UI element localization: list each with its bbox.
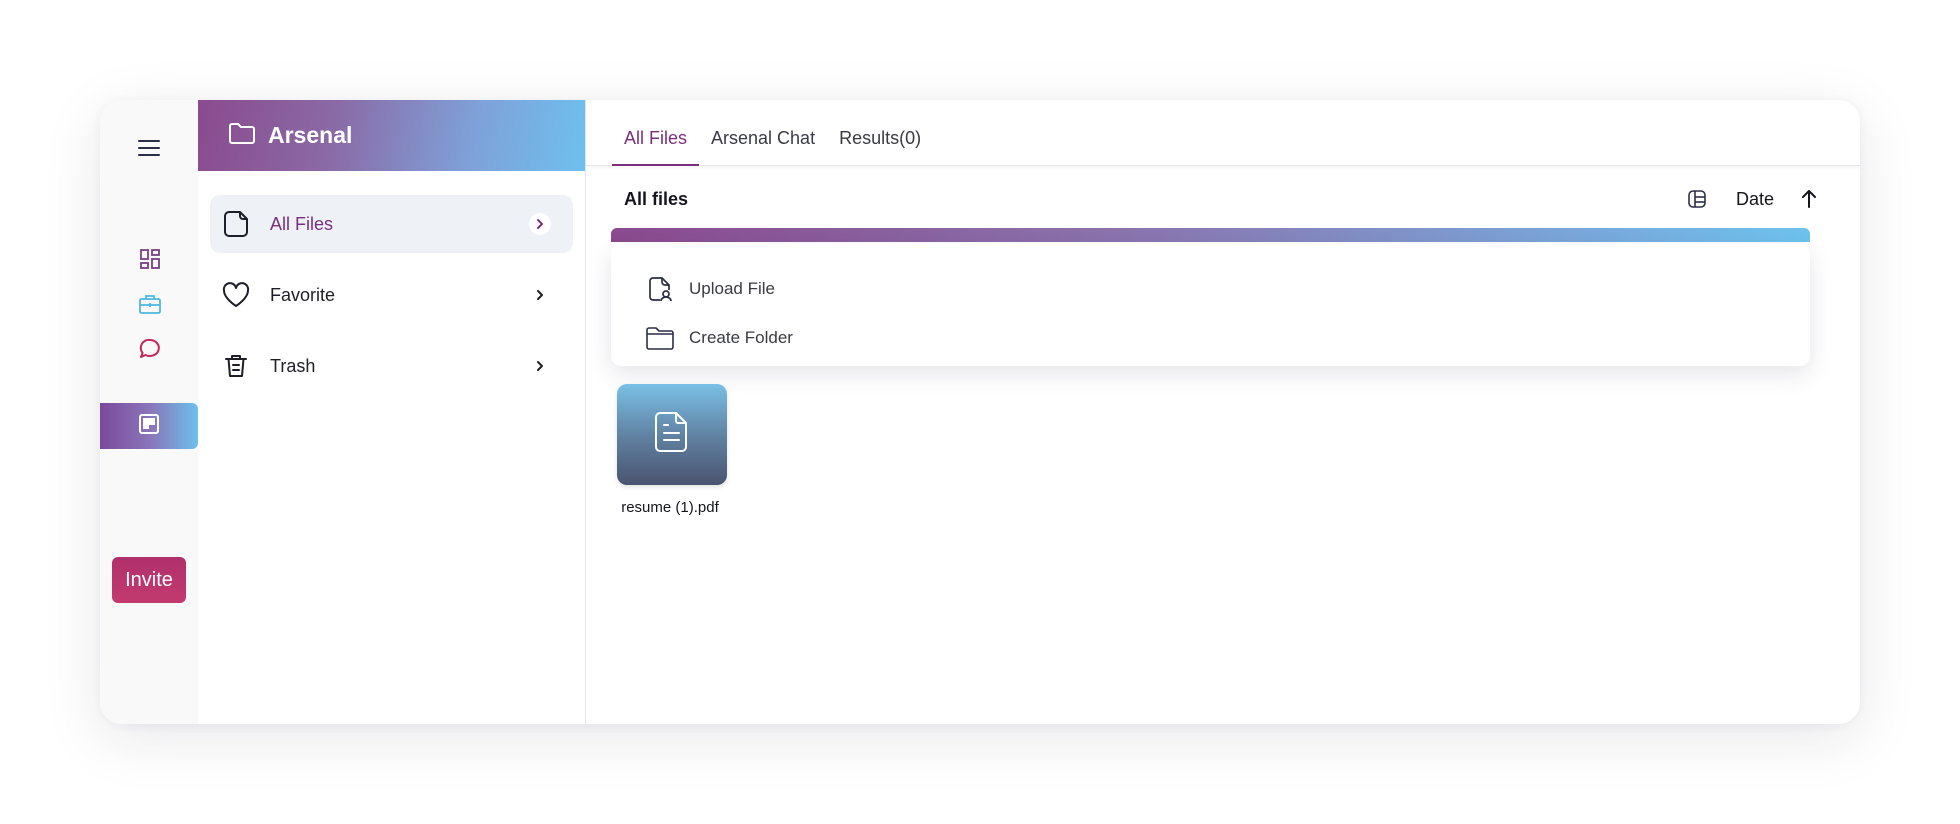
trash-icon [222,352,250,380]
folder-item-trash[interactable]: Trash [210,337,573,395]
upload-file-label: Upload File [689,278,775,298]
upload-file-option[interactable]: Upload File [611,264,1810,313]
folder-list: All Files Favorite Trash [198,171,585,395]
hamburger-menu-icon[interactable] [137,136,161,160]
section-heading: All files [624,188,689,209]
folder-item-favorite[interactable]: Favorite [210,266,573,324]
chevron-right-icon [529,213,551,235]
dashboard-icon[interactable] [137,246,163,272]
folder-item-label: Favorite [270,284,336,305]
folder-icon [228,121,256,150]
sort-by-date-button[interactable]: Date [1736,189,1774,210]
create-folder-label: Create Folder [689,327,793,347]
tab-bar: All Files Arsenal Chat Results(0) [586,100,1860,166]
folder-item-all-files[interactable]: All Files [210,195,573,253]
arrow-up-icon[interactable] [1798,188,1820,210]
invite-button[interactable]: Invite [112,557,186,603]
folder-icon [645,323,675,353]
icon-rail: Invite [100,100,198,724]
new-item-bar[interactable] [611,228,1810,242]
chevron-right-icon [529,355,551,377]
folder-item-label: Trash [270,355,316,376]
app-window: Invite Arsenal All Files Favorite Trash … [100,100,1860,724]
view-toggle-icon[interactable] [1686,188,1708,210]
file-card[interactable]: resume (1).pdf [617,384,729,516]
main-content: All Files Arsenal Chat Results(0) All fi… [586,100,1860,724]
files-toolbar: All files Date [624,186,1820,212]
board-icon [138,413,160,440]
folder-item-label: All Files [270,213,334,234]
file-icon [222,210,250,238]
upload-file-icon [645,274,675,304]
document-icon [654,411,690,458]
file-name: resume (1).pdf [621,499,719,516]
new-item-dropdown: Upload File Create Folder [611,244,1810,366]
chevron-right-icon [529,284,551,306]
tab-all-files[interactable]: All Files [612,128,700,166]
tab-results[interactable]: Results(0) [827,128,933,165]
file-thumbnail [617,384,727,485]
chat-icon[interactable] [137,336,163,362]
tab-arsenal-chat[interactable]: Arsenal Chat [699,128,827,165]
folder-panel: Arsenal All Files Favorite Trash [198,100,586,724]
workspace-header: Arsenal [198,100,585,171]
board-nav-active[interactable] [100,403,198,449]
briefcase-icon[interactable] [137,291,163,317]
create-folder-option[interactable]: Create Folder [611,313,1810,362]
heart-icon [222,281,250,309]
workspace-title: Arsenal [268,122,353,148]
